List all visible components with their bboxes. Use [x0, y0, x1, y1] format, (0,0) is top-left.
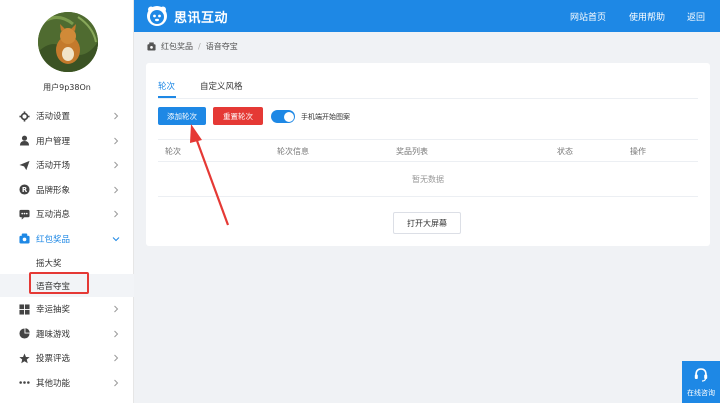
gear-icon — [18, 110, 30, 122]
sidebar-item-activity-settings[interactable]: 活动设置 — [0, 104, 134, 129]
chevron-right-icon — [114, 210, 119, 218]
online-support-button[interactable]: 在线咨询 — [682, 361, 720, 403]
rounds-table: 轮次 轮次信息 奖品列表 状态 操作 暂无数据 — [158, 139, 698, 197]
mobile-pattern-toggle[interactable] — [271, 110, 295, 123]
nav-home-link[interactable]: 网站首页 — [570, 10, 606, 23]
column-header: 轮次信息 — [277, 147, 309, 156]
gift-icon — [18, 233, 30, 245]
svg-text:R: R — [21, 186, 27, 194]
chevron-right-icon — [114, 354, 119, 362]
chevron-right-icon — [114, 186, 119, 194]
sidebar-item-label: 其他功能 — [36, 378, 71, 389]
chevron-right-icon — [114, 112, 119, 120]
star-icon — [18, 352, 30, 364]
column-header: 奖品列表 — [396, 147, 428, 156]
logo-icon — [147, 6, 167, 26]
grid-icon — [18, 303, 30, 315]
toggle-knob — [283, 111, 294, 122]
sidebar-item-lucky-draw[interactable]: 幸运抽奖 — [0, 297, 134, 322]
chevron-right-icon — [114, 305, 119, 313]
toggle-label: 手机端开始图案 — [301, 113, 350, 121]
tab-active-indicator — [158, 96, 176, 98]
headset-icon — [694, 368, 708, 382]
nav-back-link[interactable]: 返回 — [687, 10, 705, 23]
sidebar-item-label: 趣味游戏 — [36, 329, 71, 340]
paper-plane-icon — [18, 159, 30, 171]
sidebar: 用户9p38On 活动设置 用户管理 活动开场 R 品牌形象 互动消息 红包奖品… — [0, 0, 134, 403]
tab-rounds[interactable]: 轮次 — [158, 80, 175, 92]
more-icon — [18, 377, 30, 389]
breadcrumb-parent[interactable]: 红包奖品 — [161, 41, 193, 52]
table-header: 轮次 轮次信息 奖品列表 状态 操作 — [158, 139, 698, 162]
sidebar-item-fun-games[interactable]: 趣味游戏 — [0, 322, 134, 347]
sidebar-item-voting[interactable]: 投票评选 — [0, 346, 134, 371]
chevron-right-icon — [114, 161, 119, 169]
sidebar-subitem-voice-treasure[interactable]: 语音夺宝 — [0, 274, 134, 297]
add-round-button[interactable]: 添加轮次 — [158, 107, 206, 125]
avatar[interactable] — [38, 12, 98, 72]
sidebar-menu: 活动设置 用户管理 活动开场 R 品牌形象 互动消息 红包奖品 摇大奖 语音夺宝… — [0, 104, 134, 395]
chevron-right-icon — [114, 330, 119, 338]
online-support-label: 在线咨询 — [687, 389, 715, 397]
sidebar-item-label: 活动开场 — [36, 161, 71, 172]
chevron-right-icon — [114, 379, 119, 387]
sidebar-item-red-packet-prizes[interactable]: 红包奖品 — [0, 227, 134, 252]
sidebar-item-label: 活动设置 — [36, 112, 71, 123]
column-header: 轮次 — [165, 147, 181, 156]
content-card: 轮次 自定义风格 添加轮次 重置轮次 手机端开始图案 轮次 轮次信息 奖品列表 … — [146, 63, 710, 246]
sidebar-item-other-functions[interactable]: 其他功能 — [0, 371, 134, 396]
breadcrumb: 红包奖品 / 语音夺宝 — [147, 41, 238, 52]
column-header: 状态 — [557, 147, 573, 156]
breadcrumb-current: 语音夺宝 — [205, 42, 238, 51]
registered-icon: R — [18, 184, 30, 196]
sidebar-item-activity-open[interactable]: 活动开场 — [0, 153, 134, 178]
chat-icon — [18, 208, 30, 220]
tab-custom-style[interactable]: 自定义风格 — [200, 80, 243, 92]
empty-state: 暂无数据 — [158, 162, 698, 197]
sidebar-item-label: 投票评选 — [36, 354, 71, 365]
sidebar-item-label: 互动消息 — [36, 210, 71, 221]
username: 用户9p38On — [43, 83, 91, 92]
user-icon — [18, 135, 30, 147]
chevron-down-icon — [112, 236, 120, 241]
chevron-right-icon — [114, 137, 119, 145]
sidebar-item-label: 品牌形象 — [36, 185, 71, 196]
sidebar-subitem-shake-prize[interactable]: 摇大奖 — [0, 251, 134, 274]
column-header: 操作 — [630, 147, 646, 156]
sidebar-item-label: 用户管理 — [36, 136, 71, 147]
reset-round-button[interactable]: 重置轮次 — [213, 107, 263, 125]
nav-help-link[interactable]: 使用帮助 — [629, 10, 665, 23]
top-header: 思讯互动 网站首页 使用帮助 返回 — [134, 0, 720, 32]
pie-icon — [18, 328, 30, 340]
sidebar-item-label: 幸运抽奖 — [36, 305, 71, 316]
breadcrumb-separator: / — [198, 42, 201, 51]
brand-name: 思讯互动 — [174, 11, 229, 26]
sidebar-item-label: 红包奖品 — [36, 234, 71, 245]
gift-icon — [147, 42, 156, 51]
tab-divider — [158, 98, 698, 99]
sidebar-item-interactive-messages[interactable]: 互动消息 — [0, 202, 134, 227]
sidebar-item-brand-image[interactable]: R 品牌形象 — [0, 178, 134, 203]
sidebar-item-user-management[interactable]: 用户管理 — [0, 129, 134, 154]
open-big-screen-button[interactable]: 打开大屏幕 — [393, 212, 461, 234]
